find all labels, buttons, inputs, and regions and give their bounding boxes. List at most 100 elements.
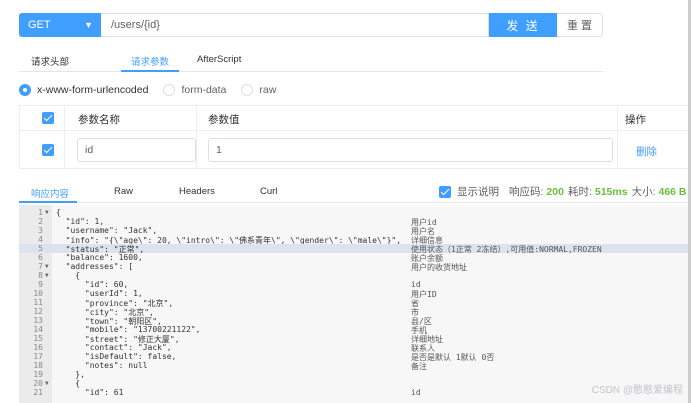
code-line: 12 "city": "北京", 市 (19, 307, 691, 317)
tab-response-content[interactable]: 响应内容 (31, 186, 69, 200)
code-text: "isDefault": false, (56, 352, 177, 361)
chevron-down-icon: ▼ (84, 20, 93, 30)
method-value: GET (28, 19, 51, 31)
column-divider (64, 106, 65, 168)
code-line: 19 }, (19, 370, 691, 379)
radio-raw[interactable]: raw (241, 84, 276, 96)
tab-raw[interactable]: Raw (114, 186, 133, 197)
line-number: 2 (38, 217, 43, 226)
tab-curl[interactable]: Curl (260, 186, 277, 197)
response-meta: 显示说明 响应码: 200 耗时: 515ms 大小: 466 B (439, 184, 691, 199)
code-text: "username": "Jack", (56, 226, 158, 235)
line-number: 11 (33, 298, 43, 307)
code-text: "notes": null (56, 361, 148, 370)
line-number: 9 (38, 280, 43, 289)
code-line: 20 ▼ { (19, 379, 691, 388)
line-number: 3 (38, 226, 43, 235)
line-number: 17 (33, 352, 43, 361)
fold-toggle-icon[interactable]: ▼ (45, 209, 49, 216)
select-all-checkbox[interactable] (42, 112, 54, 124)
radio-dot-icon (241, 84, 254, 96)
code-text: "userId": 1, (56, 289, 143, 298)
line-number: 18 (33, 361, 43, 370)
request-tabs: 请求头部 请求参数 AfterScript (19, 48, 603, 72)
field-description: id (411, 388, 421, 397)
code-text: "addresses": [ (56, 262, 134, 271)
request-bar: GET ▼ /users/{id} 发 送 重 置 (19, 13, 603, 37)
code-text: }, (56, 370, 85, 379)
line-number: 10 (33, 289, 43, 298)
radio-dot-icon (19, 84, 31, 96)
code-text: "balance": 1600, (56, 253, 143, 262)
code-text: { (56, 379, 81, 388)
code-text: "id": 60, (56, 280, 129, 289)
method-select[interactable]: GET ▼ (19, 13, 101, 37)
reset-button[interactable]: 重 置 (557, 13, 603, 37)
code-line: 14 "mobile": "13700221122", 手机 (19, 325, 691, 335)
field-description: id (411, 280, 421, 289)
code-line: 4 "info": "{\"age\": 20, \"intro\": \"佛系… (19, 235, 691, 245)
radio-label: form-data (181, 84, 227, 96)
show-desc-checkbox[interactable] (439, 185, 451, 198)
fold-toggle-icon[interactable]: ▼ (45, 263, 49, 270)
code-line: 8 ▼ { (19, 271, 691, 280)
fold-toggle-icon[interactable]: ▼ (45, 272, 49, 279)
code-line: 13 "town": "朝阳区", 县/区 (19, 316, 691, 326)
line-number: 20 (33, 379, 43, 388)
radio-urlencoded[interactable]: x-www-form-urlencoded (19, 84, 148, 96)
status-label: 响应码: (509, 186, 544, 198)
line-number: 14 (33, 325, 43, 334)
url-input[interactable]: /users/{id} (101, 13, 489, 37)
code-text: "contact": "Jack", (56, 343, 172, 352)
code-line: 5 "status": "正常", 使用状态（1正常 2冻结）,可用值:NORMA… (19, 244, 691, 254)
row-checkbox[interactable] (42, 144, 54, 156)
line-number: 1 (38, 208, 43, 217)
response-code-viewer[interactable]: 1 ▼{2 "id": 1, 用户id 3 "username": "Jack", 用户… (19, 205, 691, 403)
column-divider (196, 106, 197, 168)
status-value: 200 (546, 185, 564, 198)
column-divider (617, 106, 618, 168)
tab-afterscript[interactable]: AfterScript (197, 54, 241, 65)
param-value-input[interactable]: 1 (208, 138, 613, 162)
tab-request-params[interactable]: 请求参数 (131, 54, 169, 68)
param-name-input[interactable]: id (77, 138, 196, 162)
tab-headers[interactable]: Headers (179, 186, 215, 197)
watermark: CSDN @憨憨爱编程 (591, 385, 683, 396)
tab-request-headers[interactable]: 请求头部 (31, 54, 69, 68)
fold-toggle-icon[interactable]: ▼ (45, 380, 49, 387)
line-number: 19 (33, 370, 43, 379)
header-param-name: 参数名称 (78, 114, 120, 126)
show-desc-label: 显示说明 (457, 186, 499, 198)
line-number: 4 (38, 235, 43, 244)
time-label: 耗时: (567, 186, 592, 198)
code-line: 17 "isDefault": false, 是否是默认 1默认 0否 (19, 352, 691, 362)
code-text: "id": 1, (56, 217, 105, 226)
send-button[interactable]: 发 送 (489, 13, 557, 37)
code-line: 9 "id": 60, id (19, 280, 691, 289)
code-line: 10 "userId": 1, 用户ID (19, 289, 691, 299)
line-number: 13 (33, 316, 43, 325)
code-line: 1 ▼ { (19, 208, 691, 217)
delete-link[interactable]: 删除 (636, 144, 657, 159)
line-number: 16 (33, 343, 43, 352)
code-line: 21 "id": 61 id (19, 388, 691, 397)
code-line: 18 "notes": null 备注 (19, 361, 691, 371)
radio-form-data[interactable]: form-data (163, 84, 226, 96)
code-line: 16 "contact": "Jack", 联系人 (19, 343, 691, 353)
code-text: { (56, 208, 61, 217)
header-param-value: 参数值 (208, 114, 240, 126)
time-value: 515ms (594, 185, 628, 198)
line-number: 7 (38, 262, 43, 271)
active-tab-indicator (121, 70, 179, 72)
table-header (20, 106, 691, 131)
size-value: 466 B (658, 185, 687, 198)
radio-label: raw (259, 84, 277, 96)
response-tabs: 响应内容 Raw Headers Curl 显示说明 响应码: 200 耗时: … (19, 181, 691, 203)
line-number: 12 (33, 307, 43, 316)
line-number: 5 (38, 244, 43, 253)
size-label: 大小: (631, 186, 656, 198)
line-number: 8 (38, 271, 43, 280)
params-table: 参数名称 参数值 操作 id 1 删除 (19, 105, 691, 169)
code-text: "id": 61 (56, 388, 124, 397)
code-line: 7 ▼ "addresses": [用户的收货地址 (19, 262, 691, 272)
